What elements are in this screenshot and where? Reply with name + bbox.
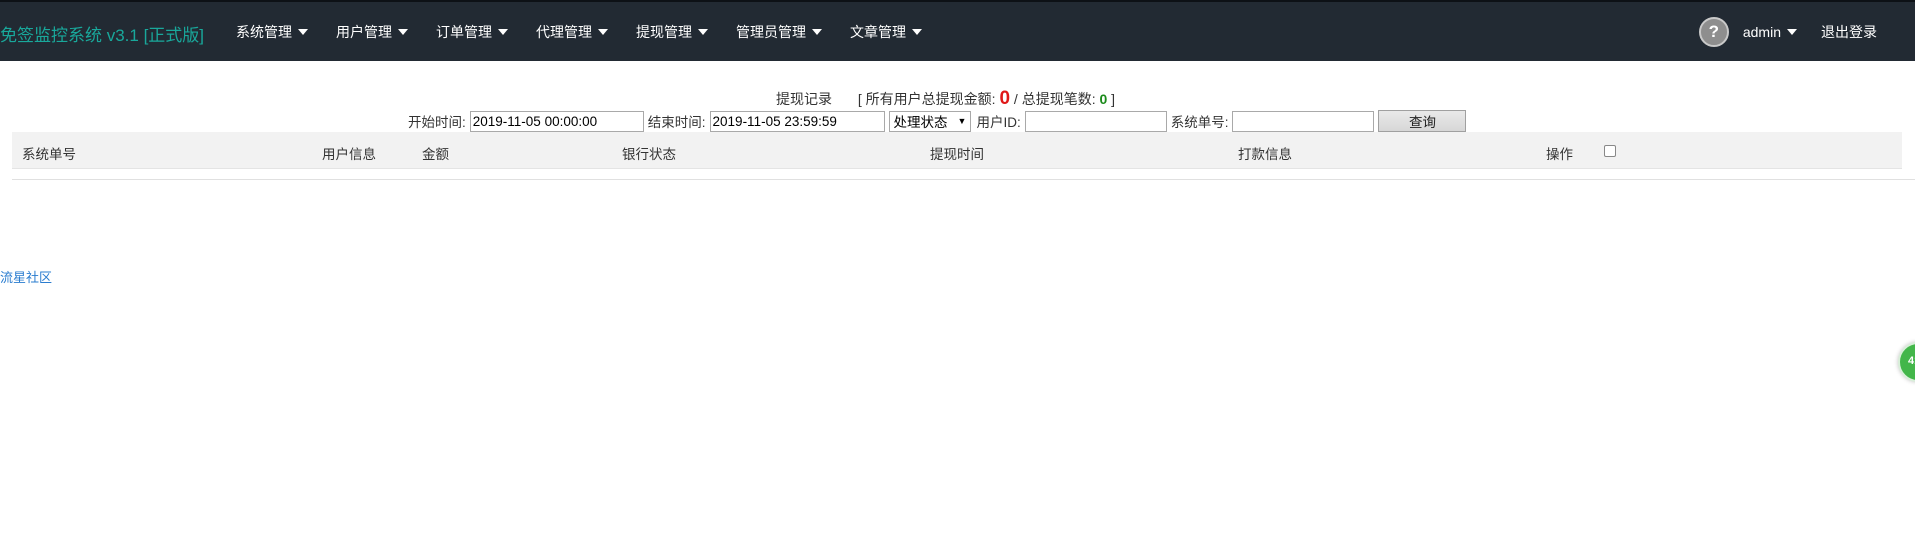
avatar-icon[interactable]: ? [1698, 16, 1729, 47]
caret-down-icon [912, 28, 922, 35]
total-amount-value: 0 [999, 88, 1011, 109]
query-button[interactable]: 查询 [1378, 110, 1467, 132]
username: admin [1742, 23, 1781, 40]
withdrawal-summary: 提现记录 [ 所有用户总提现金额: 0 / 总提现笔数: 0 ] [776, 88, 1115, 110]
logout-link[interactable]: 退出登录 [1821, 22, 1877, 42]
menu-agent-management[interactable]: 代理管理 [536, 22, 608, 42]
nav-right: ? admin 退出登录 [1698, 2, 1877, 61]
menu-user-management[interactable]: 用户管理 [336, 22, 408, 42]
column-header-actions: 操作 [1546, 147, 1573, 162]
table-header: 系统单号 用户信息 金额 银行状态 提现时间 打款信息 操作 [12, 132, 1902, 169]
menu-label: 管理员管理 [736, 23, 806, 40]
user-menu[interactable]: admin [1743, 24, 1797, 40]
status-selected-value: 处理状态 [893, 115, 948, 130]
menu-label: 用户管理 [336, 23, 392, 40]
menu-order-management[interactable]: 订单管理 [436, 22, 508, 42]
page-title: 提现记录 [776, 91, 832, 107]
filter-bar: 开始时间: 结束时间: 处理状态 ▼ 用户ID: 系统单号: 查询 [408, 110, 1467, 132]
select-all-checkbox[interactable] [1604, 145, 1616, 157]
order-number-label: 系统单号: [1170, 115, 1229, 130]
caret-down-icon [398, 28, 408, 35]
menu-label: 文章管理 [850, 23, 906, 40]
caret-down-icon [698, 28, 708, 35]
caret-down-icon [598, 28, 608, 35]
caret-down-icon [298, 28, 308, 35]
caret-down-icon [498, 28, 508, 35]
floating-action-button[interactable]: 41 [1898, 342, 1915, 382]
column-header-withdraw-time: 提现时间 [930, 147, 984, 162]
start-time-label: 开始时间: [408, 115, 466, 130]
column-header-user-info: 用户信息 [322, 147, 376, 162]
column-header-bank-status: 银行状态 [622, 147, 676, 162]
separator: / [1013, 91, 1018, 107]
caret-down-icon [812, 28, 822, 35]
total-count-value: 0 [1099, 91, 1108, 107]
community-link[interactable]: 流星社区 [0, 267, 52, 286]
dropdown-arrow-icon: ▼ [957, 116, 967, 126]
status-select[interactable]: 处理状态 ▼ [888, 110, 972, 132]
menu-article-management[interactable]: 文章管理 [850, 22, 922, 42]
user-id-label: 用户ID: [976, 115, 1021, 130]
order-number-input[interactable] [1232, 110, 1375, 132]
caret-down-icon [1787, 28, 1797, 35]
total-count-label: 总提现笔数: [1021, 91, 1096, 107]
open-bracket: [ [857, 91, 862, 107]
end-time-label: 结束时间: [647, 115, 706, 130]
menu-label: 订单管理 [436, 23, 492, 40]
end-time-input[interactable] [709, 110, 885, 132]
user-id-input[interactable] [1024, 110, 1167, 132]
main-menu: 系统管理 用户管理 订单管理 代理管理 提现管理 管理员管理 文章管理 [236, 2, 950, 61]
menu-label: 提现管理 [636, 23, 692, 40]
column-header-payment-info: 打款信息 [1238, 147, 1292, 162]
close-bracket: ] [1111, 91, 1116, 107]
total-amount-label: 所有用户总提现金额: [865, 91, 996, 107]
app-brand[interactable]: 免签监控系统 v3.1 [正式版] [0, 21, 204, 46]
menu-withdrawal-management[interactable]: 提现管理 [636, 22, 708, 42]
menu-label: 代理管理 [536, 23, 592, 40]
column-header-order-no: 系统单号 [22, 147, 76, 162]
start-time-input[interactable] [469, 110, 644, 132]
column-header-amount: 金额 [422, 147, 449, 162]
menu-system-management[interactable]: 系统管理 [236, 22, 308, 42]
menu-label: 系统管理 [236, 23, 292, 40]
menu-admin-management[interactable]: 管理员管理 [736, 22, 822, 42]
top-navbar: 免签监控系统 v3.1 [正式版] 系统管理 用户管理 订单管理 代理管理 提现… [0, 0, 1915, 61]
table-divider [12, 179, 1915, 180]
floating-button-label: 41 [1908, 355, 1915, 367]
